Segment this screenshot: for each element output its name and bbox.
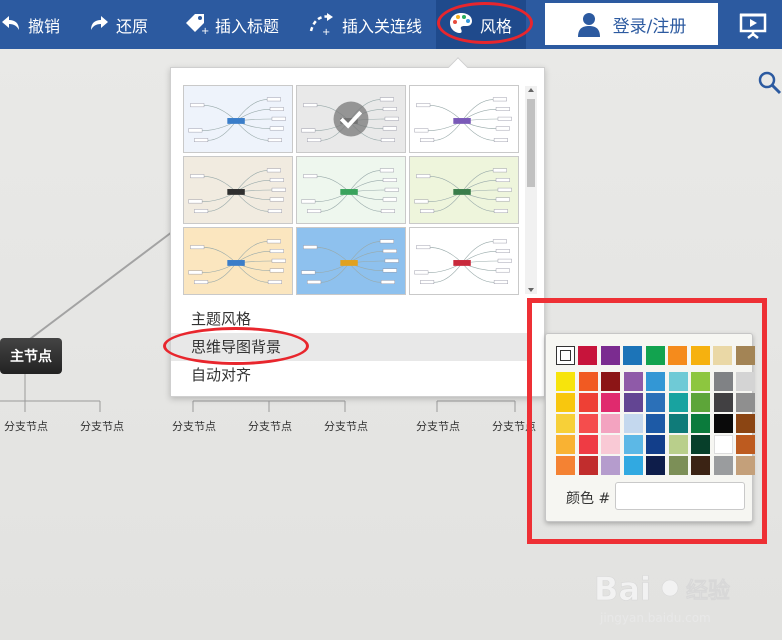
link-curve-icon: +: [308, 11, 336, 39]
main-node[interactable]: 主节点: [0, 338, 62, 374]
presentation-icon[interactable]: [738, 10, 768, 40]
login-register-button[interactable]: 登录/注册: [545, 3, 718, 45]
svg-text:经验: 经验: [686, 578, 730, 604]
theme-thumbnail[interactable]: [296, 156, 406, 224]
baidu-jingyan-watermark: Bai 经验 jingyan.baidu.com: [586, 566, 776, 632]
svg-text:Bai: Bai: [594, 570, 651, 608]
theme-thumbnail[interactable]: [183, 156, 293, 224]
branch-node[interactable]: 分支节点: [416, 418, 460, 434]
login-label: 登录/注册: [612, 16, 687, 37]
theme-list-scrollbar[interactable]: [525, 86, 537, 294]
redo-button[interactable]: 还原: [88, 0, 148, 49]
svg-text:+: +: [201, 26, 209, 35]
insert-title-button[interactable]: + 插入标题: [183, 0, 279, 49]
user-icon: [577, 11, 601, 37]
theme-thumbnail[interactable]: [409, 85, 519, 153]
theme-thumbnail[interactable]: [296, 85, 406, 153]
svg-text:jingyan.baidu.com: jingyan.baidu.com: [599, 611, 711, 625]
undo-button[interactable]: 撤销: [0, 0, 60, 49]
undo-label: 撤销: [28, 16, 61, 36]
theme-thumbnail[interactable]: [409, 227, 519, 295]
branch-node[interactable]: 分支节点: [4, 418, 48, 434]
redo-label: 还原: [116, 16, 149, 36]
branch-node[interactable]: 分支节点: [248, 418, 292, 434]
annotation-rect-color-picker: [527, 298, 767, 544]
theme-thumbnail[interactable]: [296, 227, 406, 295]
insert-title-label: 插入标题: [215, 16, 280, 36]
top-toolbar: 撤销 还原 + 插入标题 + 插入关连线 风格 登录/注册: [0, 0, 782, 49]
menu-auto-align[interactable]: 自动对齐: [171, 361, 527, 389]
annotation-ellipse-background: [163, 327, 309, 365]
branch-node[interactable]: 分支节点: [324, 418, 368, 434]
undo-icon: [0, 12, 22, 38]
theme-thumbnail[interactable]: [409, 156, 519, 224]
zoom-search-icon[interactable]: [758, 71, 782, 99]
branch-node[interactable]: 分支节点: [80, 418, 124, 434]
svg-text:+: +: [322, 27, 330, 35]
branch-node[interactable]: 分支节点: [172, 418, 216, 434]
theme-thumbnail[interactable]: [183, 227, 293, 295]
tag-plus-icon: +: [183, 11, 209, 39]
theme-thumbnail[interactable]: [183, 85, 293, 153]
redo-icon: [88, 12, 110, 38]
insert-link-button[interactable]: + 插入关连线: [308, 0, 422, 49]
insert-link-label: 插入关连线: [342, 16, 423, 36]
annotation-ellipse-style: [437, 2, 533, 44]
